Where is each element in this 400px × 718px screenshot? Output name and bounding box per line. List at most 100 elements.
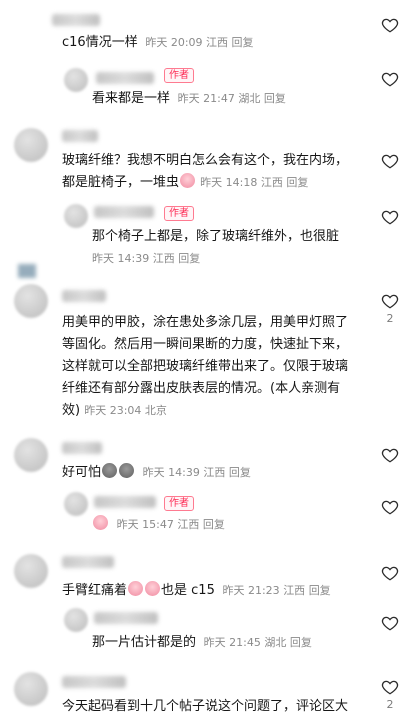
like-button[interactable] bbox=[380, 208, 400, 226]
username-blurred[interactable] bbox=[94, 612, 158, 624]
username-blurred[interactable] bbox=[62, 676, 126, 688]
avatar[interactable] bbox=[14, 284, 48, 318]
comment-body: 那一片估计都是的 bbox=[92, 635, 197, 650]
comment-meta: 昨天 14:39 江西 回复 bbox=[139, 466, 251, 479]
like-button[interactable] bbox=[380, 16, 400, 34]
reply-button[interactable]: 回复 bbox=[286, 176, 308, 189]
reply-button[interactable]: 回复 bbox=[178, 252, 200, 265]
heart-outline-icon bbox=[381, 18, 399, 33]
reply-button[interactable]: 回复 bbox=[229, 466, 251, 479]
comment-meta: 昨天 15:47 江西 回复 bbox=[113, 518, 225, 531]
poop-emoji-icon bbox=[102, 463, 118, 478]
comment-text: 昨天 15:47 江西 回复 bbox=[92, 514, 225, 536]
comment-item: 用美甲的甲胶，涂在患处多涂几层，用美甲灯照了 等固化。然后用一瞬间果断的力度，快… bbox=[0, 280, 400, 430]
like-button[interactable] bbox=[380, 614, 400, 632]
comment-region: 江西 bbox=[177, 518, 200, 531]
comment-text: 用美甲的甲胶，涂在患处多涂几层，用美甲灯照了 等固化。然后用一瞬间果断的力度，快… bbox=[62, 312, 348, 422]
username-blurred[interactable] bbox=[94, 206, 154, 218]
like-button[interactable] bbox=[380, 152, 400, 170]
username-blurred[interactable] bbox=[94, 496, 156, 508]
reply-item: 作者 看来都是一样 昨天 21:47 湖北 回复 bbox=[0, 60, 400, 116]
comment-body: 手臂红痛着 bbox=[62, 583, 128, 598]
comment-meta: 昨天 21:45 湖北 回复 bbox=[200, 636, 312, 649]
username-blurred[interactable] bbox=[62, 556, 114, 568]
like-count: 2 bbox=[386, 312, 394, 325]
comment-text: 今天起码看到十几个帖子说这个问题了，评论区大 bbox=[62, 696, 348, 718]
avatar[interactable] bbox=[64, 68, 88, 92]
comment-text: 玻璃纤维？我想不明白怎么会有这个，我在内场， 都是脏椅子，一堆虫 昨天 14:1… bbox=[62, 150, 348, 194]
avatar[interactable] bbox=[14, 438, 48, 472]
poop-emoji-icon bbox=[119, 463, 135, 478]
comment-body: 好可怕 bbox=[62, 465, 102, 480]
comment-body-line: 玻璃纤维？我想不明白怎么会有这个，我在内场， bbox=[62, 153, 349, 168]
author-badge: 作者 bbox=[164, 496, 194, 511]
comment-item: 手臂红痛着 也是 c15 昨天 21:23 江西 回复 bbox=[0, 550, 400, 602]
comment-item: 好可怕 昨天 14:39 江西 回复 bbox=[0, 436, 400, 488]
like-button[interactable] bbox=[380, 564, 400, 582]
avatar[interactable] bbox=[64, 492, 88, 516]
crying-face-emoji-icon bbox=[93, 515, 108, 530]
avatar[interactable] bbox=[14, 554, 48, 588]
comment-text: 手臂红痛着 也是 c15 昨天 21:23 江西 回复 bbox=[62, 580, 331, 602]
heart-outline-icon bbox=[381, 448, 399, 463]
heart-outline-icon bbox=[381, 616, 399, 631]
reply-button[interactable]: 回复 bbox=[309, 584, 331, 597]
like-button[interactable] bbox=[380, 498, 400, 516]
avatar[interactable] bbox=[14, 672, 48, 706]
comment-body: 看来都是一样 bbox=[92, 91, 171, 106]
comment-time: 昨天 21:47 bbox=[177, 92, 235, 105]
comment-body: 效) bbox=[62, 403, 81, 418]
author-badge: 作者 bbox=[164, 68, 194, 83]
heart-outline-icon bbox=[381, 294, 399, 309]
heart-outline-icon bbox=[381, 680, 399, 695]
comment-region: 江西 bbox=[283, 584, 306, 597]
comment-region: 江西 bbox=[260, 176, 283, 189]
author-badge: 作者 bbox=[164, 206, 194, 221]
comment-body: 今天起码看到十几个帖子说这个问题了，评论区大 bbox=[62, 699, 349, 714]
comment-body-line: 都是脏椅子，一堆虫 昨天 14:18 江西 回复 bbox=[62, 172, 348, 194]
comment-time: 昨天 23:04 bbox=[84, 404, 142, 417]
heart-outline-icon bbox=[381, 566, 399, 581]
reply-button[interactable]: 回复 bbox=[232, 36, 254, 49]
comment-region: 湖北 bbox=[238, 92, 261, 105]
crying-face-emoji-icon bbox=[128, 581, 144, 596]
username-blurred[interactable] bbox=[62, 442, 102, 454]
comment-meta: 昨天 14:18 江西 回复 bbox=[200, 176, 308, 189]
reply-item: 作者 那个椅子上都是，除了玻璃纤维外，也很脏 昨天 14:39 江西 回复 bbox=[0, 202, 400, 272]
comment-item: c16情况一样 昨天 20:09 江西 回复 bbox=[0, 0, 400, 56]
comment-body-line: 这样就可以全部把玻璃纤维带出来了。仅限于玻璃 bbox=[62, 359, 349, 374]
reply-button[interactable]: 回复 bbox=[264, 92, 286, 105]
reply-button[interactable]: 回复 bbox=[203, 518, 225, 531]
avatar[interactable] bbox=[64, 204, 88, 228]
crying-face-emoji-icon bbox=[180, 173, 196, 188]
avatar[interactable] bbox=[64, 608, 88, 632]
comment-meta: 昨天 23:04 北京 bbox=[84, 404, 167, 417]
like-button[interactable] bbox=[380, 446, 400, 464]
username-blurred[interactable] bbox=[62, 290, 106, 302]
heart-outline-icon bbox=[381, 72, 399, 87]
comment-region: 江西 bbox=[152, 252, 175, 265]
comment-meta: 昨天 21:47 湖北 回复 bbox=[174, 92, 286, 105]
crying-face-emoji-icon bbox=[145, 581, 161, 596]
comment-meta: 昨天 14:39 江西 回复 bbox=[92, 248, 339, 270]
avatar[interactable] bbox=[14, 128, 48, 162]
comment-text: 那个椅子上都是，除了玻璃纤维外，也很脏 昨天 14:39 江西 回复 bbox=[92, 226, 339, 270]
comment-body-line: 等固化。然后用一瞬间果断的力度，快速扯下来， bbox=[62, 337, 349, 352]
reply-item: 作者 昨天 15:47 江西 回复 bbox=[0, 490, 400, 540]
comment-time: 昨天 20:09 bbox=[145, 36, 203, 49]
username-blurred[interactable] bbox=[52, 14, 100, 26]
comment-time: 昨天 14:39 bbox=[142, 466, 200, 479]
comment-item: 今天起码看到十几个帖子说这个问题了，评论区大 2 bbox=[0, 666, 400, 716]
comment-time: 昨天 21:23 bbox=[222, 584, 280, 597]
comment-meta: 昨天 21:23 江西 回复 bbox=[219, 584, 331, 597]
username-blurred[interactable] bbox=[96, 72, 154, 84]
like-button[interactable] bbox=[380, 70, 400, 88]
like-button[interactable]: 2 bbox=[380, 678, 400, 712]
comment-body-line: 纤维还有部分露出皮肤表层的情况。(本人亲测有 bbox=[62, 381, 341, 396]
like-button[interactable]: 2 bbox=[380, 292, 400, 326]
comment-text: 那一片估计都是的 昨天 21:45 湖北 回复 bbox=[92, 632, 312, 654]
reply-button[interactable]: 回复 bbox=[290, 636, 312, 649]
username-blurred[interactable] bbox=[62, 130, 98, 142]
comment-item: 玻璃纤维？我想不明白怎么会有这个，我在内场， 都是脏椅子，一堆虫 昨天 14:1… bbox=[0, 122, 400, 202]
reply-item: 那一片估计都是的 昨天 21:45 湖北 回复 bbox=[0, 604, 400, 656]
